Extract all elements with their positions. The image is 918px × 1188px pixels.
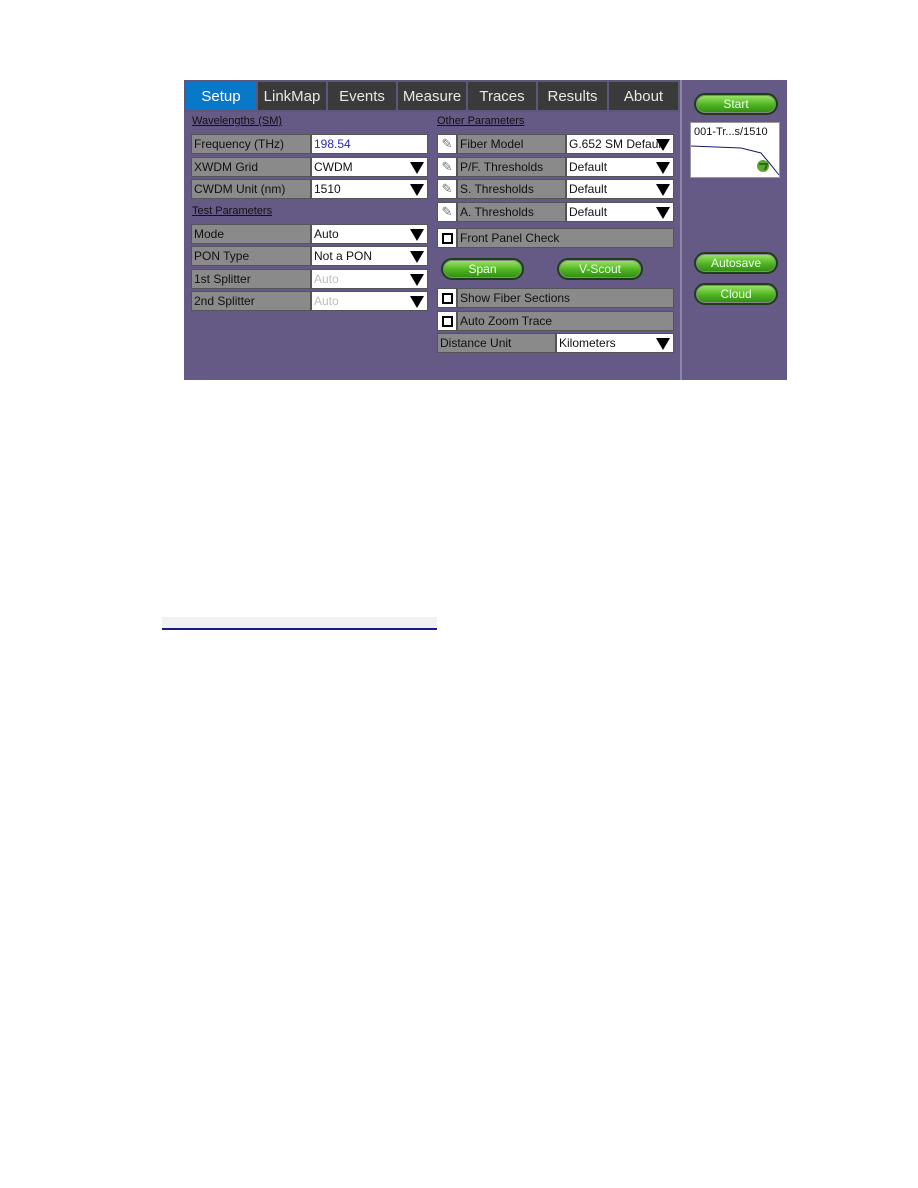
dropdown-arrow-icon (410, 251, 424, 263)
tab-measure[interactable]: Measure (398, 82, 468, 110)
a-thresholds-select[interactable]: Default (566, 202, 674, 222)
fiber-model-value: G.652 SM Default (569, 137, 665, 151)
second-splitter-label: 2nd Splitter (191, 291, 311, 311)
other-parameters-section-title: Other Parameters (437, 115, 525, 127)
dropdown-arrow-icon (656, 184, 670, 196)
checkbox-icon (441, 315, 453, 327)
second-splitter-select[interactable]: Auto (311, 291, 428, 311)
dropdown-arrow-icon (410, 274, 424, 286)
auto-zoom-trace-row[interactable]: Auto Zoom Trace (437, 311, 674, 331)
tab-bar: Setup LinkMap Events Measure Traces Resu… (184, 80, 680, 112)
frequency-input[interactable]: 198.54 (311, 134, 428, 154)
checkbox-icon (441, 232, 453, 244)
wavelengths-section-title: Wavelengths (SM) (192, 115, 283, 127)
checkbox-icon (441, 292, 453, 304)
tab-traces[interactable]: Traces (468, 82, 538, 110)
dropdown-arrow-icon (410, 296, 424, 308)
link-underline[interactable] (162, 628, 437, 630)
xwdm-grid-row: XWDM Grid CWDM (191, 157, 428, 177)
fiber-model-select[interactable]: G.652 SM Default (566, 134, 674, 154)
tab-setup[interactable]: Setup (186, 82, 258, 110)
pon-type-label: PON Type (191, 246, 311, 266)
right-panel: Start 001-Tr...s/1510 Autosave Cloud (680, 80, 787, 380)
a-thresholds-label: A. Thresholds (457, 202, 566, 222)
pf-thresholds-select[interactable]: Default (566, 157, 674, 177)
mode-label: Mode (191, 224, 311, 244)
auto-zoom-trace-label: Auto Zoom Trace (457, 311, 674, 331)
fiber-model-label: Fiber Model (457, 134, 566, 154)
second-splitter-value: Auto (314, 294, 339, 308)
mode-value: Auto (314, 227, 339, 241)
autosave-button[interactable]: Autosave (694, 252, 778, 274)
show-fiber-sections-row[interactable]: Show Fiber Sections (437, 288, 674, 308)
frequency-row: Frequency (THz) 198.54 (191, 134, 428, 154)
trace-curve-icon (691, 145, 780, 176)
front-panel-check-row[interactable]: Front Panel Check (437, 228, 674, 248)
span-button[interactable]: Span (441, 258, 524, 280)
xwdm-grid-value: CWDM (314, 160, 353, 174)
tab-linkmap[interactable]: LinkMap (258, 82, 328, 110)
front-panel-check-checkbox[interactable] (437, 228, 457, 248)
tab-results[interactable]: Results (538, 82, 609, 110)
pencil-icon[interactable]: ✎ (437, 157, 457, 177)
show-fiber-sections-checkbox[interactable] (437, 288, 457, 308)
cloud-button[interactable]: Cloud (694, 283, 778, 305)
s-thresholds-row: ✎ S. Thresholds Default (437, 179, 674, 199)
s-thresholds-select[interactable]: Default (566, 179, 674, 199)
fiber-model-row: ✎ Fiber Model G.652 SM Default (437, 134, 674, 154)
dropdown-arrow-icon (410, 162, 424, 174)
pf-thresholds-value: Default (569, 160, 608, 174)
second-splitter-row: 2nd Splitter Auto (191, 291, 428, 311)
first-splitter-row: 1st Splitter Auto (191, 269, 428, 289)
pon-type-value: Not a PON (314, 249, 373, 263)
dropdown-arrow-icon (656, 338, 670, 350)
otdr-setup-screen: Setup LinkMap Events Measure Traces Resu… (184, 80, 787, 380)
tab-events[interactable]: Events (328, 82, 398, 110)
cwdm-unit-row: CWDM Unit (nm) 1510 (191, 179, 428, 199)
s-thresholds-label: S. Thresholds (457, 179, 566, 199)
cwdm-unit-select[interactable]: 1510 (311, 179, 428, 199)
pon-type-select[interactable]: Not a PON (311, 246, 428, 266)
pencil-icon[interactable]: ✎ (437, 179, 457, 199)
test-parameters-section-title: Test Parameters (192, 205, 273, 217)
tab-about[interactable]: About (609, 82, 678, 110)
dropdown-arrow-icon (410, 184, 424, 196)
link-highlight (162, 617, 437, 628)
first-splitter-select[interactable]: Auto (311, 269, 428, 289)
dropdown-arrow-icon (656, 139, 670, 151)
pencil-icon[interactable]: ✎ (437, 202, 457, 222)
distance-unit-row: Distance Unit Kilometers (437, 333, 674, 353)
front-panel-check-label: Front Panel Check (457, 228, 674, 248)
pf-thresholds-label: P/F. Thresholds (457, 157, 566, 177)
pon-type-row: PON Type Not a PON (191, 246, 428, 266)
distance-unit-value: Kilometers (559, 336, 616, 350)
v-scout-button[interactable]: V-Scout (557, 258, 643, 280)
mode-row: Mode Auto (191, 224, 428, 244)
cwdm-unit-value: 1510 (314, 182, 341, 196)
cwdm-unit-label: CWDM Unit (nm) (191, 179, 311, 199)
a-thresholds-value: Default (569, 205, 608, 219)
auto-zoom-trace-checkbox[interactable] (437, 311, 457, 331)
frequency-label: Frequency (THz) (191, 134, 311, 154)
mode-select[interactable]: Auto (311, 224, 428, 244)
distance-unit-select[interactable]: Kilometers (556, 333, 674, 353)
pencil-icon[interactable]: ✎ (437, 134, 457, 154)
s-thresholds-value: Default (569, 182, 608, 196)
trace-title: 001-Tr...s/1510 (694, 126, 768, 138)
xwdm-grid-label: XWDM Grid (191, 157, 311, 177)
a-thresholds-row: ✎ A. Thresholds Default (437, 202, 674, 222)
show-fiber-sections-label: Show Fiber Sections (457, 288, 674, 308)
dropdown-arrow-icon (656, 207, 670, 219)
distance-unit-label: Distance Unit (437, 333, 556, 353)
dropdown-arrow-icon (656, 162, 670, 174)
dropdown-arrow-icon (410, 229, 424, 241)
first-splitter-label: 1st Splitter (191, 269, 311, 289)
pf-thresholds-row: ✎ P/F. Thresholds Default (437, 157, 674, 177)
start-button[interactable]: Start (694, 93, 778, 115)
xwdm-grid-select[interactable]: CWDM (311, 157, 428, 177)
first-splitter-value: Auto (314, 272, 339, 286)
trace-thumbnail[interactable]: 001-Tr...s/1510 (690, 122, 780, 178)
